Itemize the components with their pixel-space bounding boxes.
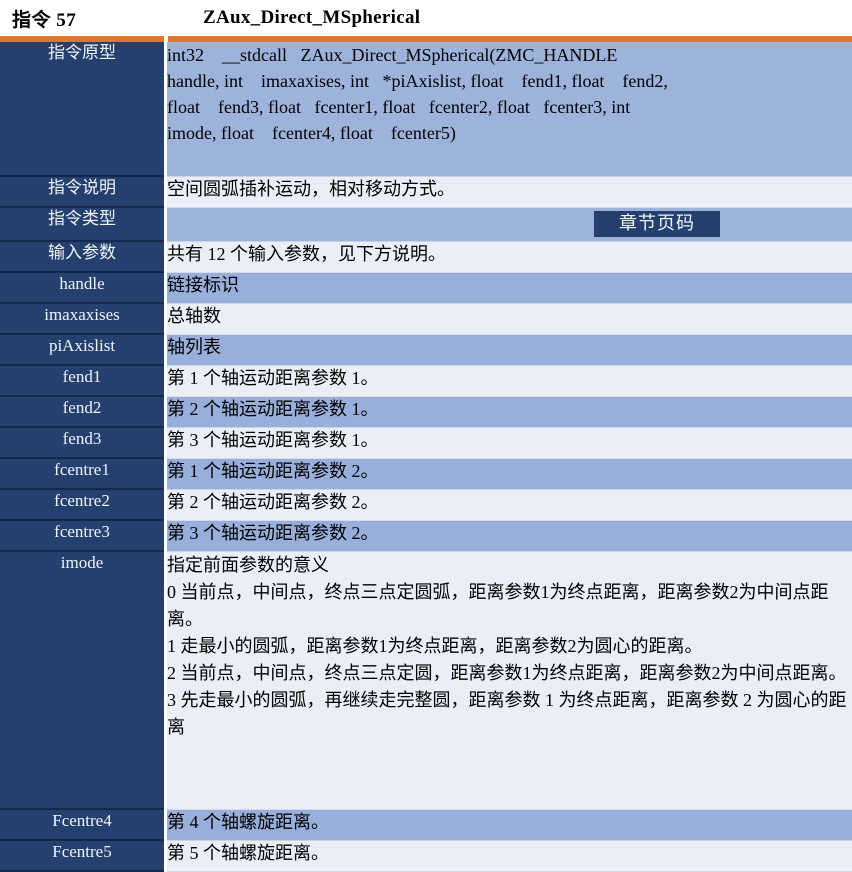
table-row-type: 指令类型 章节页码: [0, 207, 852, 242]
param-desc-fcentre4: 第 4 个轴螺旋距离。: [165, 809, 852, 841]
prototype-line-3: float fend3, float fcenter1, float fcent…: [167, 97, 631, 118]
param-name-fcentre1: fcentre1: [0, 458, 167, 490]
instruction-number: 指令 57: [12, 9, 77, 31]
param-desc-imaxaxises: 总轴数: [165, 303, 852, 335]
param-desc-fcentre1: 第 1 个轴运动距离参数 2。: [165, 458, 852, 490]
document-header: 指令 57 ZAux_Direct_MSpherical: [0, 0, 852, 36]
row-label-description: 指令说明: [0, 176, 167, 208]
param-name-imode: imode: [0, 551, 167, 810]
table-row: handle 链接标识: [0, 272, 852, 304]
table-row: piAxislist 轴列表: [0, 334, 852, 366]
table-row-description: 指令说明 空间圆弧插补运动，相对移动方式。: [0, 176, 852, 208]
prototype-line-4: imode, float fcenter4, float fcenter5): [167, 123, 456, 144]
param-name-handle: handle: [0, 272, 167, 304]
param-name-piaxislist: piAxislist: [0, 334, 167, 366]
table-row: fend3 第 3 个轴运动距离参数 1。: [0, 427, 852, 459]
param-desc-fend3: 第 3 个轴运动距离参数 1。: [165, 427, 852, 459]
prototype-line-1: int32 __stdcall ZAux_Direct_MSpherical(Z…: [167, 45, 618, 65]
row-value-description: 空间圆弧插补运动，相对移动方式。: [165, 176, 852, 208]
table-row: Fcentre5 第 5 个轴螺旋距离。: [0, 840, 852, 872]
param-name-fcentre5: Fcentre5: [0, 840, 167, 872]
param-desc-fend1: 第 1 个轴运动距离参数 1。: [165, 365, 852, 397]
param-desc-handle: 链接标识: [165, 272, 852, 304]
table-row: fcentre1 第 1 个轴运动距离参数 2。: [0, 458, 852, 490]
param-desc-fcentre5: 第 5 个轴螺旋距离。: [165, 840, 852, 872]
row-label-input-params: 输入参数: [0, 241, 167, 273]
imode-line-4: 3 先走最小的圆弧，再继续走完整圆，距离参数 1 为终点距离，距离参数 2 为圆…: [167, 689, 847, 737]
param-name-imaxaxises: imaxaxises: [0, 303, 167, 335]
function-name-title: ZAux_Direct_MSpherical: [203, 7, 421, 28]
imode-line-3: 2 当前点，中间点，终点三点定圆，距离参数1为终点距离，距离参数2为中间点距离。: [167, 662, 847, 683]
param-name-fend2: fend2: [0, 396, 167, 428]
row-value-type: 章节页码: [165, 207, 852, 242]
imode-line-1: 0 当前点，中间点，终点三点定圆弧，距离参数1为终点距离，距离参数2为中间点距离…: [167, 581, 829, 629]
table-row: imaxaxises 总轴数: [0, 303, 852, 335]
param-desc-piaxislist: 轴列表: [165, 334, 852, 366]
table-body: 指令原型 int32 __stdcall ZAux_Direct_MSpheri…: [0, 42, 852, 872]
param-desc-fend2: 第 2 个轴运动距离参数 1。: [165, 396, 852, 428]
table-row: Fcentre4 第 4 个轴螺旋距离。: [0, 809, 852, 841]
param-name-fcentre2: fcentre2: [0, 489, 167, 521]
table-row: fend2 第 2 个轴运动距离参数 1。: [0, 396, 852, 428]
table-row-input-params: 输入参数 共有 12 个输入参数，见下方说明。: [0, 241, 852, 273]
param-name-fcentre4: Fcentre4: [0, 809, 167, 841]
instruction-spec-table: 指令原型 int32 __stdcall ZAux_Direct_MSpheri…: [0, 42, 852, 872]
table-row: fend1 第 1 个轴运动距离参数 1。: [0, 365, 852, 397]
table-row: fcentre3 第 3 个轴运动距离参数 2。: [0, 520, 852, 552]
table-row-prototype: 指令原型 int32 __stdcall ZAux_Direct_MSpheri…: [0, 42, 852, 177]
param-desc-fcentre2: 第 2 个轴运动距离参数 2。: [165, 489, 852, 521]
param-name-fend1: fend1: [0, 365, 167, 397]
imode-line-0: 指定前面参数的意义: [167, 554, 329, 575]
chapter-page-badge[interactable]: 章节页码: [594, 210, 720, 237]
row-label-prototype: 指令原型: [0, 42, 167, 177]
table-row-imode: imode 指定前面参数的意义 0 当前点，中间点，终点三点定圆弧，距离参数1为…: [0, 551, 852, 810]
table-row: fcentre2 第 2 个轴运动距离参数 2。: [0, 489, 852, 521]
document-page: 指令 57 ZAux_Direct_MSpherical 指令原型 int32 …: [0, 0, 852, 872]
param-desc-imode: 指定前面参数的意义 0 当前点，中间点，终点三点定圆弧，距离参数1为终点距离，距…: [165, 551, 852, 810]
imode-line-2: 1 走最小的圆弧，距离参数1为终点距离，距离参数2为圆心的距离。: [167, 635, 703, 656]
row-value-prototype: int32 __stdcall ZAux_Direct_MSpherical(Z…: [165, 42, 852, 177]
param-desc-fcentre3: 第 3 个轴运动距离参数 2。: [165, 520, 852, 552]
row-label-type: 指令类型: [0, 207, 167, 242]
param-name-fend3: fend3: [0, 427, 167, 459]
prototype-line-2: handle, int imaxaxises, int *piAxislist,…: [167, 71, 668, 92]
row-value-input-params: 共有 12 个输入参数，见下方说明。: [165, 241, 852, 273]
param-name-fcentre3: fcentre3: [0, 520, 167, 552]
